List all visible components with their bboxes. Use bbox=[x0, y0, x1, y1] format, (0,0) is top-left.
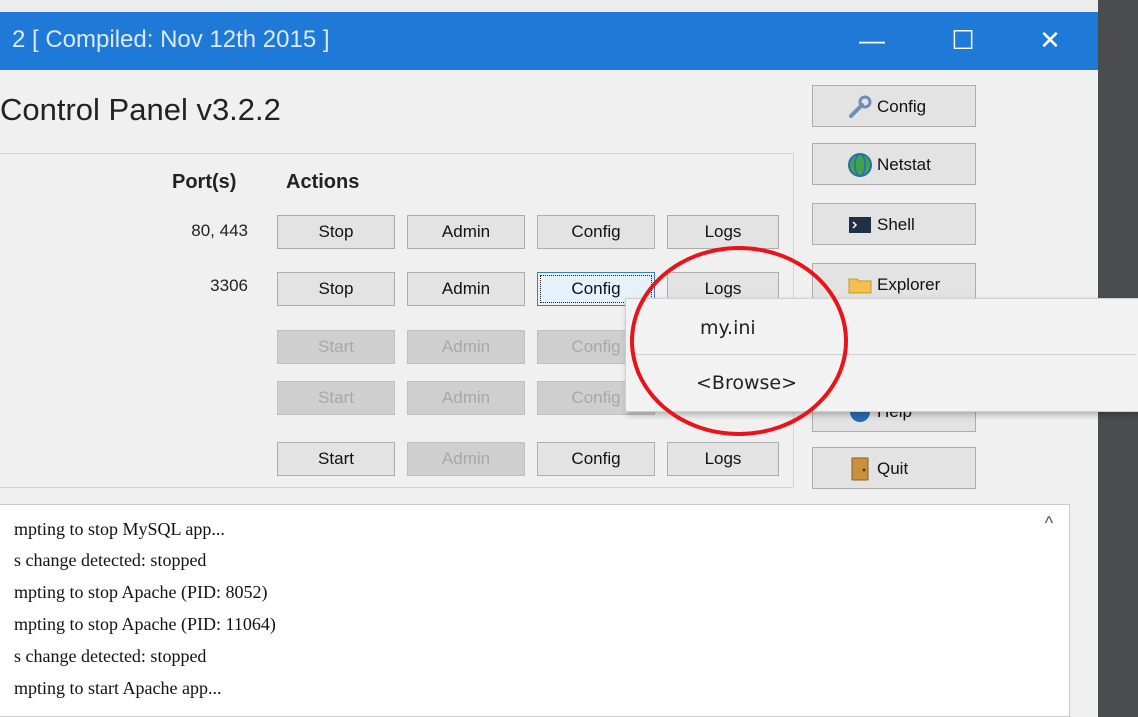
netstat-label: Netstat bbox=[877, 155, 931, 174]
stop-button[interactable]: Stop bbox=[277, 272, 395, 306]
quit-label: Quit bbox=[877, 459, 909, 478]
start-button[interactable]: Start bbox=[277, 381, 395, 415]
logs-button[interactable]: Logs bbox=[667, 442, 779, 476]
top-strip bbox=[0, 0, 1098, 12]
netstat-button[interactable]: Netstat bbox=[812, 143, 976, 185]
admin-button[interactable]: Admin bbox=[407, 330, 525, 364]
admin-button[interactable]: Admin bbox=[407, 381, 525, 415]
log-line: s change detected: stopped bbox=[14, 550, 207, 570]
menu-item-browse[interactable]: <Browse> bbox=[696, 372, 797, 394]
log-line: s change detected: stopped bbox=[14, 646, 207, 666]
start-button[interactable]: Start bbox=[277, 330, 395, 364]
close-button[interactable]: ✕ bbox=[1022, 18, 1078, 62]
log-line: mpting to stop MySQL app... bbox=[14, 519, 225, 539]
wrench-icon bbox=[849, 95, 872, 118]
scroll-up-arrow[interactable]: ^ bbox=[1034, 508, 1064, 538]
menu-item-my-ini[interactable]: my.ini bbox=[700, 317, 756, 339]
admin-button[interactable]: Admin bbox=[407, 272, 525, 306]
globe-icon bbox=[848, 153, 872, 177]
minimize-button[interactable]: — bbox=[844, 18, 900, 62]
app-heading: Control Panel v3.2.2 bbox=[0, 92, 281, 127]
title-bar[interactable]: 2 [ Compiled: Nov 12th 2015 ] — ☐ ✕ bbox=[0, 12, 1098, 70]
admin-button[interactable]: Admin bbox=[407, 215, 525, 249]
shell-button[interactable]: Shell bbox=[812, 203, 976, 245]
terminal-icon bbox=[849, 217, 871, 233]
log-line: mpting to stop Apache (PID: 11064) bbox=[14, 614, 276, 634]
maximize-button[interactable]: ☐ bbox=[935, 18, 991, 62]
config-side-button[interactable]: Config bbox=[812, 85, 976, 127]
log-line: mpting to stop Apache (PID: 8052) bbox=[14, 582, 268, 602]
menu-separator bbox=[636, 354, 1136, 355]
folder-icon bbox=[848, 278, 872, 294]
window-title: 2 [ Compiled: Nov 12th 2015 ] bbox=[12, 26, 330, 53]
logs-button[interactable]: Logs bbox=[667, 215, 779, 249]
config-button[interactable]: Config bbox=[537, 442, 655, 476]
port-label: 80, 443 bbox=[191, 221, 248, 240]
explorer-label: Explorer bbox=[877, 275, 941, 294]
port-label: 3306 bbox=[210, 276, 248, 295]
config-context-menu: my.ini <Browse> bbox=[625, 298, 1138, 412]
actions-column-header: Actions bbox=[286, 171, 360, 193]
admin-button[interactable]: Admin bbox=[407, 442, 525, 476]
start-button[interactable]: Start bbox=[277, 442, 395, 476]
log-line: mpting to start Apache app... bbox=[14, 678, 222, 698]
stop-button[interactable]: Stop bbox=[277, 215, 395, 249]
door-icon bbox=[851, 457, 869, 481]
shell-label: Shell bbox=[877, 215, 915, 234]
config-button[interactable]: Config bbox=[537, 215, 655, 249]
ports-column-header: Port(s) bbox=[172, 171, 237, 193]
quit-button[interactable]: Quit bbox=[812, 447, 976, 489]
config-side-label: Config bbox=[877, 97, 927, 116]
